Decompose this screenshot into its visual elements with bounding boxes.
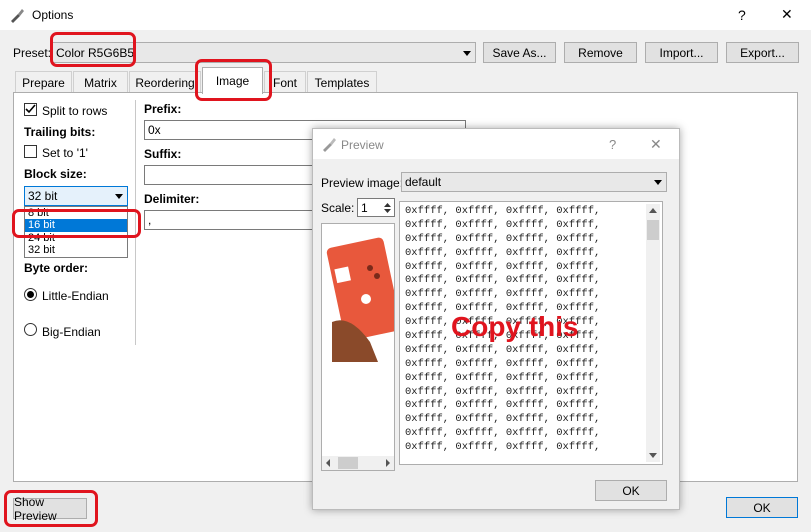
annotation-ring-preset	[50, 32, 136, 67]
byte-order-label: Byte order:	[24, 261, 89, 275]
preview-image-pane	[321, 223, 395, 471]
prefix-label: Prefix:	[144, 102, 182, 116]
preview-help-button[interactable]: ?	[609, 137, 616, 152]
trailing-bits-label: Trailing bits:	[24, 125, 96, 139]
preview-close-icon[interactable]: ✕	[650, 136, 662, 153]
check-icon	[25, 104, 36, 114]
vscroll-thumb[interactable]	[647, 220, 659, 240]
scale-label: Scale:	[321, 201, 355, 215]
chevron-down-icon	[654, 180, 662, 185]
hex-output-line: 0xffff, 0xffff, 0xffff, 0xffff,	[405, 371, 601, 384]
title-bar	[0, 0, 811, 30]
scroll-left-icon[interactable]	[326, 459, 330, 467]
preview-image-label: Preview image:	[321, 176, 404, 190]
image-hscroll[interactable]	[322, 456, 394, 470]
big-endian-radio[interactable]	[24, 323, 37, 336]
export-button[interactable]: Export...	[726, 42, 799, 63]
option-32-bit[interactable]: 32 bit	[25, 244, 127, 256]
import-button[interactable]: Import...	[645, 42, 718, 63]
hex-output-line: 0xffff, 0xffff, 0xffff, 0xffff,	[405, 413, 601, 426]
little-endian-radio[interactable]	[24, 288, 37, 301]
preview-window: Preview ? ✕ Preview image: default Scale…	[312, 128, 680, 510]
scale-value: 1	[361, 200, 368, 215]
block-size-value: 32 bit	[28, 189, 58, 203]
close-icon[interactable]: ✕	[781, 6, 793, 23]
hex-output-line: 0xffff, 0xffff, 0xffff, 0xffff,	[405, 218, 601, 231]
hex-output-line: 0xffff, 0xffff, 0xffff, 0xffff,	[405, 288, 601, 301]
window-title: Options	[32, 8, 74, 22]
hex-output-line: 0xffff, 0xffff, 0xffff, 0xffff,	[405, 246, 601, 259]
preview-brush-icon	[323, 138, 336, 152]
hex-output-line: 0xffff, 0xffff, 0xffff, 0xffff,	[405, 274, 601, 287]
block-size-select[interactable]: 32 bit	[24, 186, 128, 206]
scroll-up-icon[interactable]	[649, 208, 657, 213]
block-size-label: Block size:	[24, 167, 87, 181]
hex-output-line: 0xffff, 0xffff, 0xffff, 0xffff,	[405, 399, 601, 412]
little-endian-label: Little-Endian	[42, 289, 109, 303]
remove-button[interactable]: Remove	[564, 42, 637, 63]
annotation-ring-show-preview	[4, 490, 98, 527]
app-brush-icon	[11, 9, 24, 23]
ok-button[interactable]: OK	[726, 497, 798, 518]
preview-ok-button[interactable]: OK	[595, 480, 667, 501]
big-endian-label: Big-Endian	[42, 325, 101, 339]
copy-this-annotation: Copy this	[451, 311, 579, 342]
scale-spinner[interactable]: 1	[357, 198, 395, 217]
scroll-right-icon[interactable]	[386, 459, 390, 467]
delimiter-label: Delimiter:	[144, 192, 200, 206]
preview-title: Preview	[341, 138, 384, 152]
tab-matrix[interactable]: Matrix	[73, 71, 128, 93]
preview-image-select[interactable]: default	[401, 172, 667, 192]
set-to-1-label: Set to '1'	[42, 146, 88, 160]
split-to-rows-label: Split to rows	[42, 104, 108, 118]
hex-output-line: 0xffff, 0xffff, 0xffff, 0xffff,	[405, 385, 601, 398]
help-button[interactable]: ?	[738, 7, 746, 23]
tab-prepare[interactable]: Prepare	[15, 71, 72, 93]
hex-output-line: 0xffff, 0xffff, 0xffff, 0xffff,	[405, 260, 601, 273]
chevron-down-icon	[115, 194, 123, 199]
set-to-1-checkbox[interactable]	[24, 145, 37, 158]
save-as-button[interactable]: Save As...	[483, 42, 556, 63]
hex-output-line: 0xffff, 0xffff, 0xffff, 0xffff,	[405, 232, 601, 245]
tab-reordering[interactable]: Reordering	[129, 71, 201, 93]
device-in-hand-image	[326, 234, 394, 364]
preset-label: Preset:	[13, 46, 52, 60]
suffix-label: Suffix:	[144, 147, 182, 161]
tab-templates[interactable]: Templates	[307, 71, 377, 93]
tab-image[interactable]: Image	[202, 67, 263, 94]
hex-output-line: 0xffff, 0xffff, 0xffff, 0xffff,	[405, 427, 601, 440]
hscroll-thumb[interactable]	[338, 457, 358, 469]
annotation-ring-16bit	[12, 209, 141, 238]
scroll-down-icon[interactable]	[649, 453, 657, 458]
hex-output-line: 0xffff, 0xffff, 0xffff, 0xffff,	[405, 441, 601, 454]
spinner-arrows-icon	[384, 203, 391, 213]
preview-image-value: default	[405, 175, 442, 189]
hex-output-line: 0xffff, 0xffff, 0xffff, 0xffff,	[405, 343, 601, 356]
hex-output-line: 0xffff, 0xffff, 0xffff, 0xffff,	[405, 205, 601, 217]
output-vscroll[interactable]	[646, 204, 660, 462]
split-to-rows-checkbox[interactable]	[24, 103, 37, 116]
chevron-down-icon	[463, 50, 471, 56]
hex-output-line: 0xffff, 0xffff, 0xffff, 0xffff,	[405, 357, 601, 370]
